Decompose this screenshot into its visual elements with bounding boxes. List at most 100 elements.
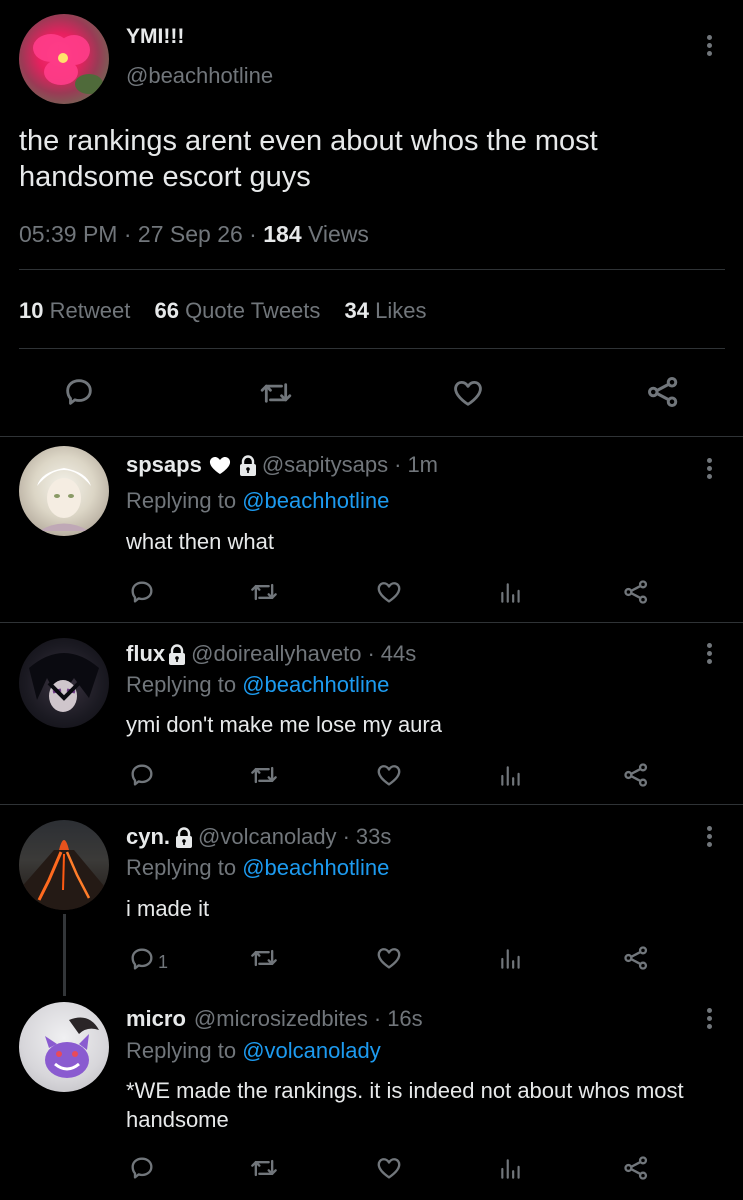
share-icon xyxy=(648,377,678,407)
retweet-icon xyxy=(260,383,292,403)
divider xyxy=(0,622,743,623)
anime-avatar-image xyxy=(29,653,99,712)
reply-icon xyxy=(131,948,153,969)
tweet-meta: 05:39 PM · 27 Sep 26 · 184 Views xyxy=(19,221,369,247)
heart-icon xyxy=(377,765,401,786)
analytics-button[interactable] xyxy=(498,945,524,973)
display-name[interactable]: YMI!!! xyxy=(126,25,184,49)
views-count: 184 xyxy=(263,221,302,247)
reply-to-handle[interactable]: @beachhotline xyxy=(242,855,389,880)
timestamp: 1m xyxy=(407,452,438,477)
lock-icon xyxy=(238,455,256,476)
share-button[interactable] xyxy=(622,1153,650,1183)
like-button[interactable] xyxy=(374,1154,404,1182)
handle[interactable]: @volcanolady xyxy=(198,824,337,850)
retweet-button[interactable] xyxy=(248,761,280,789)
more-options-icon[interactable] xyxy=(707,826,713,850)
reply-header: micro @microsizedbites · 16s xyxy=(126,1006,423,1032)
replying-to: Replying to @beachhotline xyxy=(126,488,390,513)
avatar[interactable] xyxy=(19,446,109,536)
reply-text: i made it xyxy=(126,896,210,921)
quote-stat[interactable]: 66 Quote Tweets xyxy=(154,298,326,323)
tweet-time: 05:39 PM xyxy=(19,221,118,247)
lock-icon xyxy=(174,827,193,848)
more-options-icon[interactable] xyxy=(707,458,713,482)
share-icon xyxy=(624,580,648,604)
handle[interactable]: @doireallyhaveto xyxy=(191,641,361,667)
more-options-icon[interactable] xyxy=(707,35,713,59)
reply-button[interactable] xyxy=(128,1154,160,1182)
reply-button[interactable]: 1 xyxy=(128,944,168,973)
like-button[interactable] xyxy=(450,376,486,410)
reply-text: ymi don't make me lose my aura xyxy=(126,712,442,737)
replying-to: Replying to @volcanolady xyxy=(126,1038,381,1063)
reply-text: what then what xyxy=(126,529,274,554)
reply-icon xyxy=(131,581,153,603)
retweet-button[interactable] xyxy=(248,1154,280,1182)
retweet-icon xyxy=(251,949,277,967)
analytics-icon xyxy=(501,766,520,786)
views-label: Views xyxy=(308,221,369,247)
reply-header: flux @doireallyhaveto · 44s xyxy=(126,641,417,667)
volcano-image xyxy=(19,840,109,910)
avatar[interactable] xyxy=(19,1002,109,1092)
like-button[interactable] xyxy=(374,944,404,972)
tweet-date: 27 Sep 26 xyxy=(137,221,243,247)
reply-to-handle[interactable]: @beachhotline xyxy=(242,672,389,697)
handle[interactable]: @sapitysaps xyxy=(262,452,388,478)
share-button[interactable] xyxy=(622,943,650,973)
retweet-icon xyxy=(251,766,277,784)
retweet-icon xyxy=(251,583,277,601)
reply-header: spsaps @sapitysaps · 1m xyxy=(126,452,438,478)
reply-icon xyxy=(131,764,153,786)
heart-icon xyxy=(377,948,401,969)
retweet-button[interactable] xyxy=(248,944,280,972)
reply-button[interactable] xyxy=(128,578,160,606)
heart-icon xyxy=(377,1158,401,1179)
analytics-button[interactable] xyxy=(498,762,524,790)
like-button[interactable] xyxy=(374,761,404,789)
heart-emoji-icon xyxy=(209,457,230,474)
display-name[interactable]: micro xyxy=(126,1006,186,1032)
reply-icon xyxy=(66,379,92,405)
handle[interactable]: @microsizedbites xyxy=(194,1006,368,1032)
avatar[interactable] xyxy=(19,638,109,728)
reply-to-handle[interactable]: @beachhotline xyxy=(242,488,389,513)
likes-stat[interactable]: 34 Likes xyxy=(345,298,427,323)
analytics-button[interactable] xyxy=(498,579,524,607)
heart-icon xyxy=(377,582,401,603)
analytics-button[interactable] xyxy=(498,1155,524,1183)
reply-to-handle[interactable]: @volcanolady xyxy=(242,1038,381,1063)
reply-button[interactable] xyxy=(128,761,160,789)
engagement-stats: 10 Retweet 66 Quote Tweets 34 Likes xyxy=(19,298,427,324)
retweet-button[interactable] xyxy=(248,578,280,606)
display-name[interactable]: flux xyxy=(126,641,165,667)
share-button[interactable] xyxy=(622,760,650,790)
more-options-icon[interactable] xyxy=(707,1008,713,1032)
heart-icon xyxy=(454,380,482,406)
share-button[interactable] xyxy=(645,374,681,410)
share-icon xyxy=(624,946,648,970)
more-options-icon[interactable] xyxy=(707,643,713,667)
reply-header: cyn. @volcanolady · 33s xyxy=(126,824,392,850)
thread-line xyxy=(63,914,66,996)
display-name[interactable]: spsaps xyxy=(126,452,202,478)
gengar-plush-image xyxy=(45,1017,99,1078)
display-name[interactable]: cyn. xyxy=(126,824,170,850)
divider xyxy=(19,269,725,270)
share-button[interactable] xyxy=(622,577,650,607)
analytics-icon xyxy=(501,1159,520,1179)
analytics-icon xyxy=(501,949,520,969)
avatar[interactable] xyxy=(19,820,109,910)
like-button[interactable] xyxy=(374,578,404,606)
reply-button[interactable] xyxy=(62,375,96,409)
share-icon xyxy=(624,1156,648,1180)
analytics-icon xyxy=(501,583,520,603)
handle[interactable]: @beachhotline xyxy=(126,63,273,89)
avatar[interactable] xyxy=(19,14,109,104)
reply-count: 1 xyxy=(158,952,169,972)
replying-to: Replying to @beachhotline xyxy=(126,672,390,697)
retweet-stat[interactable]: 10 Retweet xyxy=(19,298,136,323)
retweet-button[interactable] xyxy=(258,376,294,410)
divider xyxy=(0,436,743,437)
